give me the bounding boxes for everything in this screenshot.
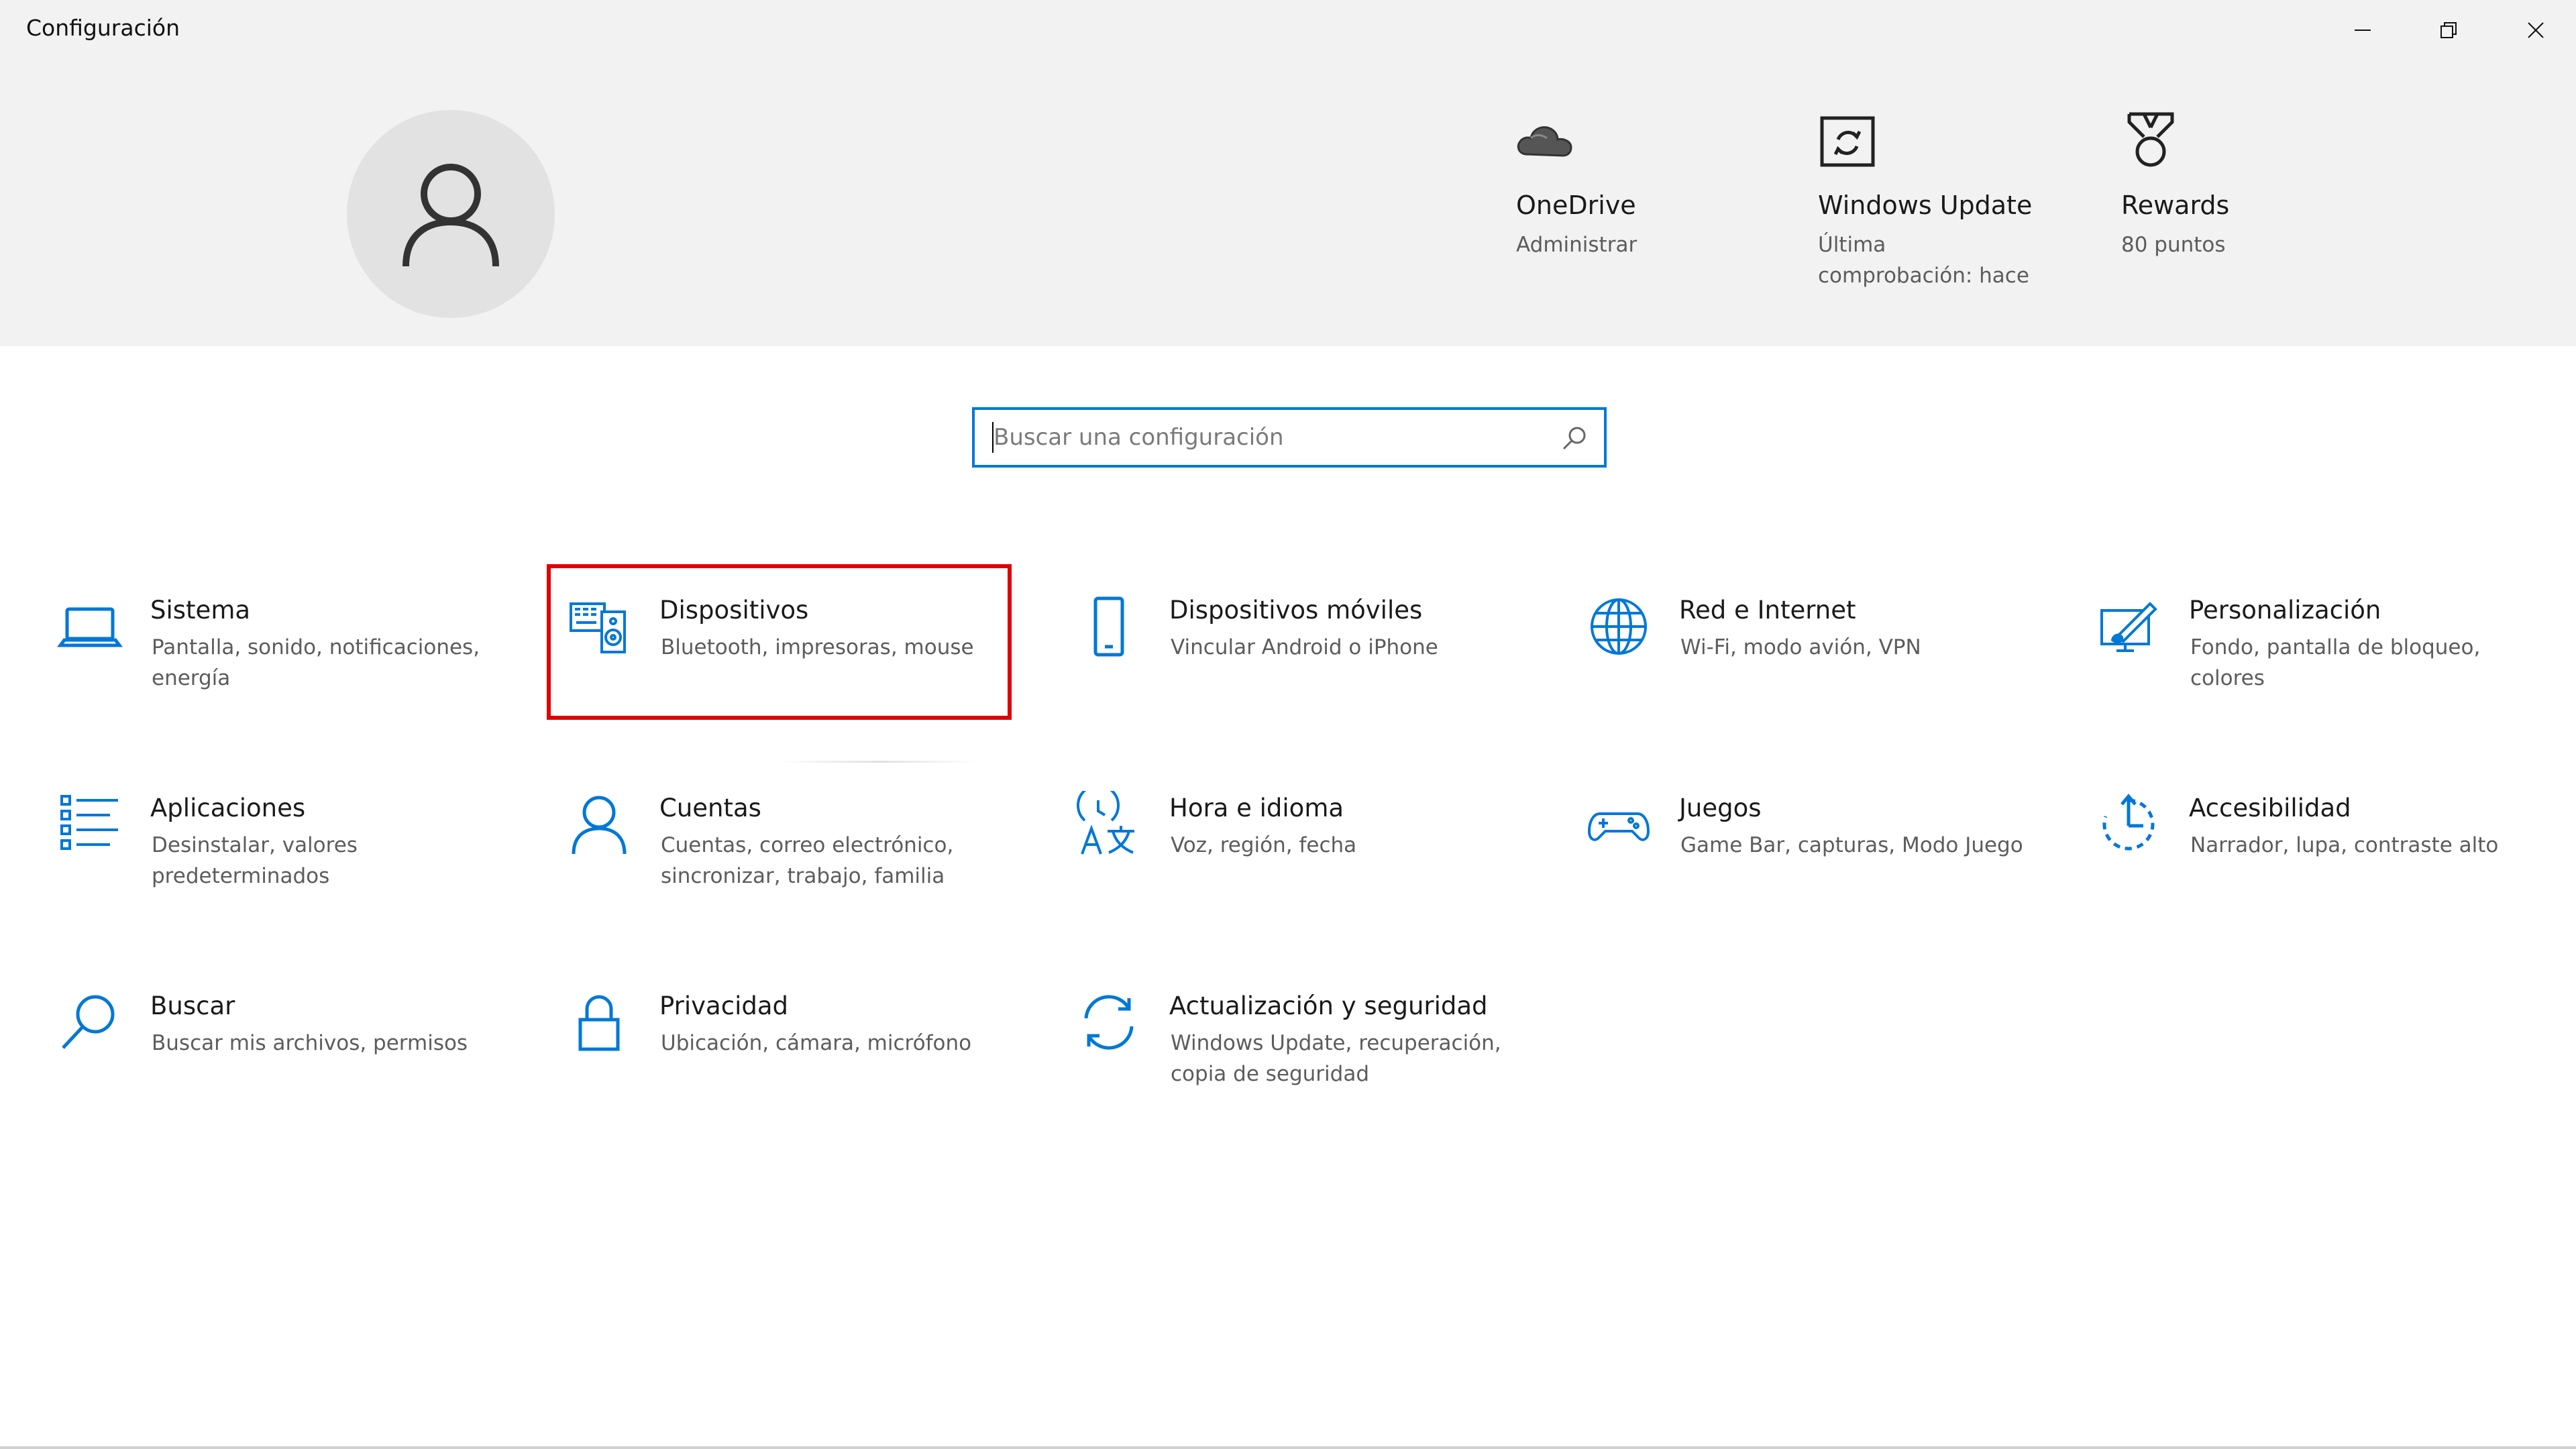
tile-title: Privacidad [659, 991, 788, 1020]
tile-buscar[interactable]: Buscar Buscar mis archivos, permisos [56, 986, 526, 1147]
tile-juegos[interactable]: Juegos Game Bar, capturas, Modo Juego [1585, 788, 2055, 949]
quick-link-onedrive[interactable]: OneDrive Administrar [1516, 107, 1637, 260]
tile-title: Red e Internet [1679, 596, 1856, 625]
tile-aplicaciones[interactable]: Aplicaciones Desinstalar, valores predet… [56, 788, 526, 949]
tile-dispositivos-moviles[interactable]: Dispositivos móviles Vincular Android o … [1075, 590, 1545, 751]
person-icon [572, 796, 627, 855]
tile-description: Cuentas, correo electrónico, sincronizar… [661, 833, 954, 888]
divider [778, 761, 979, 763]
tile-description: Ubicación, cámara, micrófono [661, 1031, 972, 1055]
tile-description: Pantalla, sonido, notificaciones, energí… [152, 635, 480, 690]
highlight-box [547, 564, 1012, 720]
lock-icon [578, 995, 620, 1051]
tile-personalizacion[interactable]: Personalización Fondo, pantalla de bloqu… [2095, 590, 2565, 751]
tile-description: Voz, región, fecha [1171, 833, 1357, 857]
tile-description: Narrador, lupa, contraste alto [2190, 833, 2499, 857]
tile-title: Cuentas [659, 794, 761, 822]
search-icon [62, 995, 115, 1049]
tile-title: Aplicaciones [150, 794, 306, 822]
person-icon [402, 164, 499, 267]
tile-description: Wi-Fi, modo avión, VPN [1680, 635, 1921, 659]
quick-link-rewards[interactable]: Rewards 80 puntos [2121, 107, 2229, 260]
quick-link-title: Windows Update [1818, 191, 2033, 220]
quick-link-windows-update[interactable]: Windows Update Última comprobación: hace [1818, 107, 2039, 291]
tile-title: Hora e idioma [1169, 794, 1344, 822]
apps-list-icon [60, 795, 118, 850]
cloud-icon [1517, 126, 1572, 157]
tile-title: Accesibilidad [2189, 794, 2351, 822]
tile-description: Fondo, pantalla de bloqueo, colores [2190, 635, 2481, 690]
close-button[interactable] [2496, 7, 2576, 54]
tile-red-internet[interactable]: Red e Internet Wi-Fi, modo avión, VPN [1585, 590, 2055, 751]
search-icon[interactable] [1560, 423, 1589, 453]
laptop-icon [57, 607, 123, 647]
quick-link-title: Rewards [2121, 191, 2230, 220]
quick-link-subtitle: Administrar [1516, 233, 1638, 257]
paintbrush-icon [2100, 602, 2157, 652]
time-language-icon [1077, 791, 1134, 855]
phone-icon [1093, 596, 1124, 657]
quick-link-subtitle: 80 puntos [2121, 233, 2226, 257]
accessibility-icon [2102, 794, 2155, 851]
minimize-icon [2355, 30, 2371, 31]
header-band: Configuración OneDrive Administrar Windo… [0, 0, 2576, 346]
restore-icon [2440, 22, 2457, 38]
tile-hora-idioma[interactable]: Hora e idioma Voz, región, fecha [1075, 788, 1545, 949]
tile-actualizacion-seguridad[interactable]: Actualización y seguridad Windows Update… [1075, 986, 1545, 1147]
avatar[interactable] [347, 110, 555, 318]
gamepad-icon [1587, 812, 1650, 841]
tile-description: Vincular Android o iPhone [1171, 635, 1438, 659]
close-icon [2528, 22, 2544, 38]
sync-icon [1084, 995, 1134, 1050]
search-input[interactable] [992, 419, 1549, 455]
quick-link-subtitle: Última comprobación: hace [1818, 233, 2029, 288]
tile-description: Windows Update, recuperación, copia de s… [1171, 1031, 1501, 1086]
tile-title: Sistema [150, 596, 251, 625]
tile-privacidad[interactable]: Privacidad Ubicación, cámara, micrófono [566, 986, 1035, 1147]
restore-button[interactable] [2408, 7, 2489, 54]
search-box[interactable] [972, 407, 1607, 468]
tile-title: Personalización [2189, 596, 2381, 625]
tile-sistema[interactable]: Sistema Pantalla, sonido, notificaciones… [56, 590, 526, 751]
window-title: Configuración [26, 15, 180, 41]
tile-description: Desinstalar, valores predeterminados [152, 833, 358, 888]
tile-title: Dispositivos móviles [1169, 596, 1423, 625]
tile-title: Juegos [1679, 794, 1762, 822]
tile-description: Game Bar, capturas, Modo Juego [1680, 833, 2023, 857]
tile-cuentas[interactable]: Cuentas Cuentas, correo electrónico, sin… [566, 788, 1035, 949]
tile-accesibilidad[interactable]: Accesibilidad Narrador, lupa, contraste … [2095, 788, 2565, 949]
medal-icon [2127, 112, 2174, 167]
tile-title: Buscar [150, 991, 235, 1020]
bottom-border [0, 1446, 2576, 1449]
quick-link-title: OneDrive [1516, 191, 1636, 220]
tile-title: Actualización y seguridad [1169, 991, 1488, 1020]
windows-update-icon [1820, 116, 1875, 167]
tile-description: Buscar mis archivos, permisos [152, 1031, 468, 1055]
globe-icon [1591, 598, 1647, 655]
minimize-button[interactable] [2322, 7, 2403, 54]
text-caret [992, 422, 994, 453]
